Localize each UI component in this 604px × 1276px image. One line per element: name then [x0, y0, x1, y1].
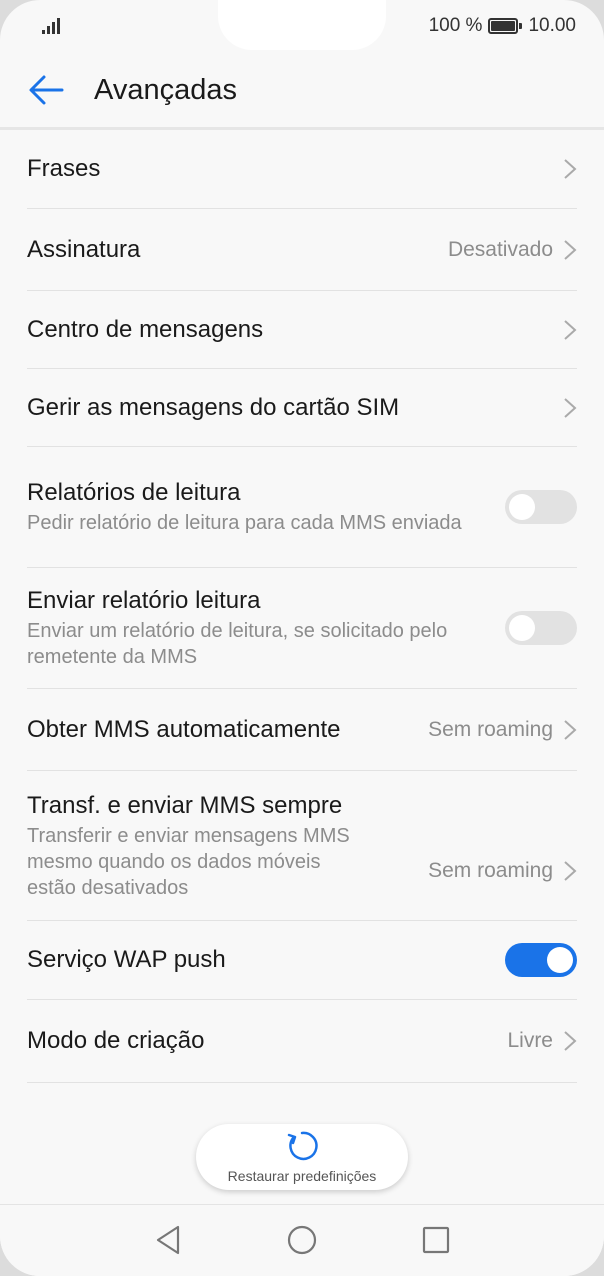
battery-icon	[488, 18, 523, 34]
setting-label: Transf. e enviar MMS sempre	[27, 791, 343, 819]
setting-sim-messages[interactable]: Gerir as mensagens do cartão SIM	[27, 369, 577, 447]
phone-screen: 100 % 10.00 Avançadas Frases Assinatura …	[0, 0, 604, 1276]
arrow-left-icon[interactable]	[28, 74, 64, 106]
recents-square-icon[interactable]	[419, 1223, 453, 1257]
back-triangle-icon[interactable]	[151, 1223, 185, 1257]
setting-description: Transferir e enviar mensagens MMS mesmo …	[27, 824, 350, 899]
setting-value: Sem roaming	[428, 858, 553, 882]
app-header: Avançadas	[0, 52, 604, 128]
setting-label: Assinatura	[27, 235, 141, 263]
setting-label: Relatórios de leitura	[27, 479, 241, 506]
home-circle-icon[interactable]	[285, 1223, 319, 1257]
setting-label: Frases	[27, 155, 101, 182]
chevron-right-icon	[564, 397, 577, 418]
setting-value: Sem roaming	[428, 717, 553, 741]
chevron-right-icon	[564, 159, 577, 179]
setting-label: Modo de criação	[27, 1027, 205, 1054]
send-read-report-toggle[interactable]	[505, 611, 577, 645]
chevron-right-icon	[564, 239, 577, 260]
setting-auto-mms[interactable]: Obter MMS automaticamente Sem roaming	[27, 689, 577, 771]
restore-defaults-button[interactable]: Restaurar predefinições	[196, 1124, 408, 1190]
setting-wap-push[interactable]: Serviço WAP push	[27, 921, 577, 1000]
status-bar: 100 % 10.00	[0, 0, 604, 52]
signal-icon	[42, 18, 60, 34]
setting-read-reports[interactable]: Relatórios de leitura Pedir relatório de…	[27, 447, 577, 568]
setting-signature[interactable]: Assinatura Desativado	[27, 209, 577, 291]
status-right: 100 % 10.00	[429, 15, 576, 37]
setting-send-read-report[interactable]: Enviar relatório leitura Enviar um relat…	[27, 568, 577, 689]
wap-push-toggle[interactable]	[505, 943, 577, 977]
setting-description: Pedir relatório de leitura para cada MMS…	[27, 512, 462, 534]
page-title: Avançadas	[94, 74, 237, 106]
battery-percent: 100 %	[428, 15, 483, 36]
setting-description: Enviar um relatório de leitura, se solic…	[27, 620, 448, 668]
clock: 10.00	[528, 15, 576, 36]
chevron-right-icon	[564, 1031, 577, 1051]
settings-list: Frases Assinatura Desativado Centro de m…	[0, 130, 604, 1083]
setting-label: Enviar relatório leitura	[27, 587, 261, 614]
setting-value: Livre	[507, 1029, 553, 1052]
chevron-right-icon	[564, 719, 577, 740]
restore-icon	[287, 1131, 318, 1161]
setting-creation-mode[interactable]: Modo de criação Livre	[27, 1000, 577, 1083]
setting-phrases[interactable]: Frases	[27, 130, 577, 209]
setting-label: Serviço WAP push	[27, 946, 226, 973]
setting-value: Desativado	[447, 237, 553, 261]
chevron-right-icon	[564, 319, 577, 340]
setting-message-center[interactable]: Centro de mensagens	[27, 291, 577, 369]
setting-label: Obter MMS automaticamente	[27, 715, 341, 743]
setting-label: Gerir as mensagens do cartão SIM	[27, 393, 400, 421]
navigation-bar	[0, 1204, 604, 1276]
read-reports-toggle[interactable]	[505, 490, 577, 524]
chevron-right-icon	[564, 860, 577, 881]
restore-label: Restaurar predefinições	[227, 1168, 377, 1184]
setting-label: Centro de mensagens	[27, 315, 264, 343]
setting-always-mms[interactable]: Transf. e enviar MMS sempre Transferir e…	[27, 771, 577, 921]
